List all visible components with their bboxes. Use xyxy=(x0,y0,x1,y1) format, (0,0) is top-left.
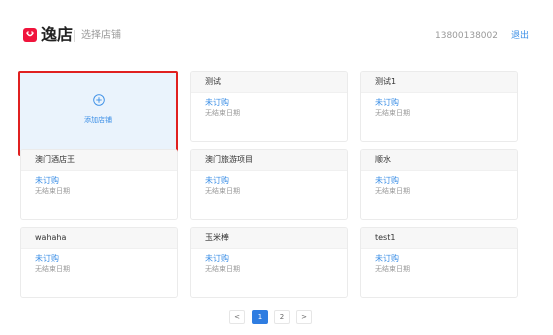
store-status: 未订购 xyxy=(35,254,59,263)
store-card[interactable]: wahaha 未订购 无结束日期 xyxy=(20,227,178,298)
header: 逸店 选择店铺 13800138002 退出 xyxy=(0,0,553,58)
add-store-label: 添加店铺 xyxy=(84,116,112,124)
store-card[interactable]: 测试1 未订购 无结束日期 xyxy=(360,71,518,142)
store-end-date: 无结束日期 xyxy=(375,109,410,117)
store-name: wahaha xyxy=(21,228,177,249)
store-name: 澳门酒店王 xyxy=(21,150,177,171)
store-status: 未订购 xyxy=(35,176,59,185)
store-name: 测试 xyxy=(191,72,347,93)
store-card[interactable]: 澳门酒店王 未订购 无结束日期 xyxy=(20,149,178,220)
store-end-date: 无结束日期 xyxy=(375,187,410,195)
plus-circle-icon xyxy=(93,94,105,106)
store-end-date: 无结束日期 xyxy=(205,187,240,195)
store-status: 未订购 xyxy=(205,176,229,185)
store-end-date: 无结束日期 xyxy=(205,109,240,117)
next-page-button[interactable]: > xyxy=(296,310,312,324)
store-name: 测试1 xyxy=(361,72,517,93)
store-status: 未订购 xyxy=(205,254,229,263)
store-name: 顺水 xyxy=(361,150,517,171)
store-end-date: 无结束日期 xyxy=(35,187,70,195)
store-end-date: 无结束日期 xyxy=(205,265,240,273)
store-card[interactable]: 测试 未订购 无结束日期 xyxy=(190,71,348,142)
user-phone: 13800138002 xyxy=(435,31,498,41)
store-status: 未订购 xyxy=(375,98,399,107)
store-card[interactable]: test1 未订购 无结束日期 xyxy=(360,227,518,298)
brand-name: 逸店 xyxy=(41,25,74,44)
store-status: 未订购 xyxy=(205,98,229,107)
store-name: 玉米棒 xyxy=(191,228,347,249)
store-card[interactable]: 顺水 未订购 无结束日期 xyxy=(360,149,518,220)
store-card[interactable]: 澳门旅游项目 未订购 无结束日期 xyxy=(190,149,348,220)
store-end-date: 无结束日期 xyxy=(375,265,410,273)
prev-page-button[interactable]: < xyxy=(229,310,245,324)
divider xyxy=(74,30,75,42)
store-end-date: 无结束日期 xyxy=(35,265,70,273)
page-title: 选择店铺 xyxy=(81,30,121,41)
store-card[interactable]: 玉米棒 未订购 无结束日期 xyxy=(190,227,348,298)
logout-link[interactable]: 退出 xyxy=(511,30,529,42)
logo-icon xyxy=(23,28,37,42)
store-status: 未订购 xyxy=(375,176,399,185)
store-status: 未订购 xyxy=(375,254,399,263)
store-name: 澳门旅游项目 xyxy=(191,150,347,171)
page-2-button[interactable]: 2 xyxy=(274,310,290,324)
store-name: test1 xyxy=(361,228,517,249)
add-store-card[interactable]: 添加店铺 xyxy=(18,71,178,156)
page-1-button[interactable]: 1 xyxy=(252,310,268,324)
